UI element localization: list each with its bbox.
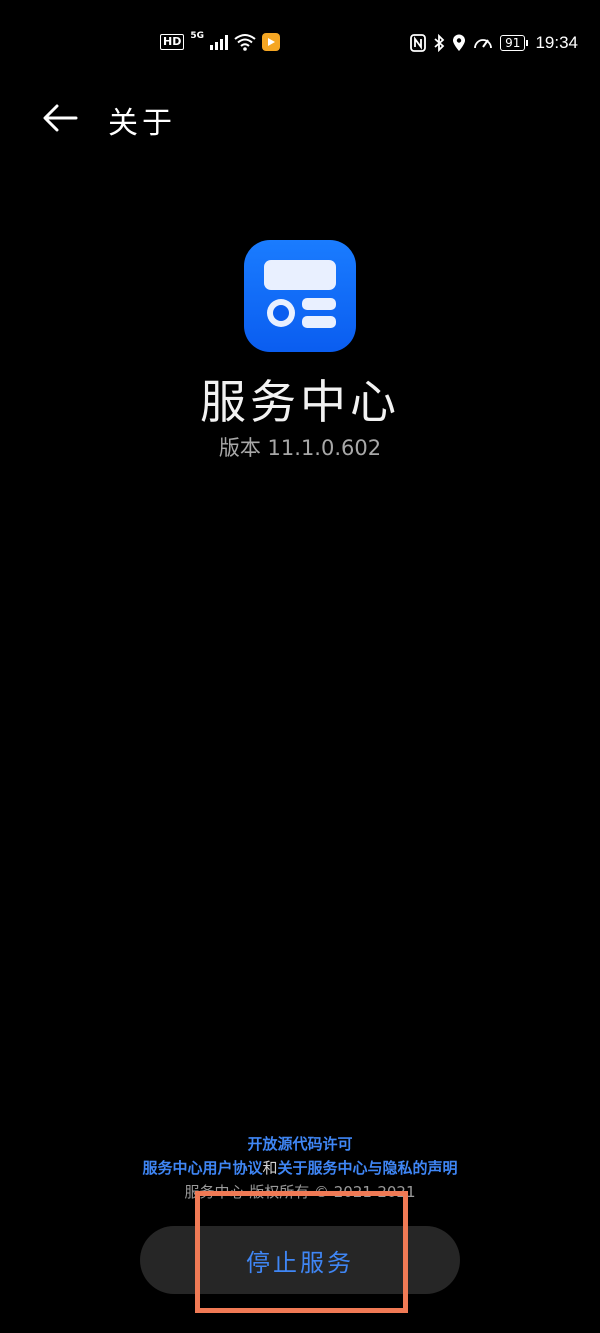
signal-strength-icon [210, 34, 228, 50]
arrow-left-icon [43, 104, 78, 132]
app-version: 版本 11.1.0.602 [218, 436, 382, 460]
app-logo [244, 240, 356, 352]
privacy-statement-link[interactable]: 关于服务中心与隐私的声明 [278, 1159, 458, 1177]
bluetooth-icon [434, 34, 445, 52]
location-icon [453, 34, 466, 51]
open-source-license-link[interactable]: 开放源代码许可 [247, 1135, 352, 1153]
notification-app-icon [262, 33, 280, 51]
page-title: 关于 [108, 106, 176, 141]
conjunction-text: 和 [262, 1159, 278, 1177]
back-button[interactable] [38, 96, 82, 140]
status-right-icons: 91 19:34 [410, 33, 578, 53]
status-left-icons: HD 5G [160, 31, 280, 51]
service-center-icon [264, 260, 336, 328]
network-type-label: 5G [190, 31, 204, 41]
nfc-icon [410, 34, 427, 52]
battery-level: 91 [500, 35, 526, 51]
status-bar: HD 5G 91 19:34 [0, 0, 600, 90]
wifi-icon [234, 34, 256, 51]
battery-icon: 91 [500, 35, 529, 51]
clock: 19:34 [535, 33, 578, 52]
speedometer-icon [474, 39, 493, 49]
highlight-annotation [195, 1191, 408, 1313]
hd-voice-icon: HD [160, 34, 185, 50]
app-name: 服务中心 [200, 375, 400, 429]
user-agreement-link[interactable]: 服务中心用户协议 [142, 1159, 262, 1177]
